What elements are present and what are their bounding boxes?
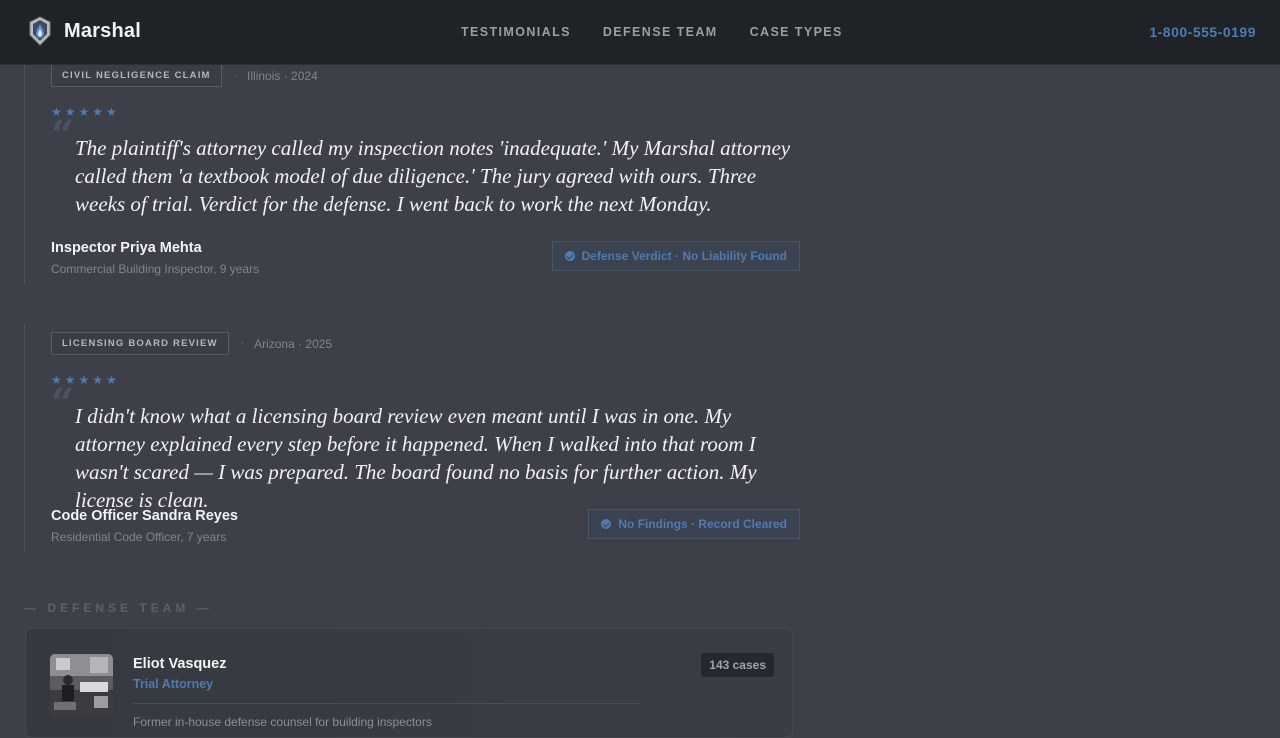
outcome-label: No Findings · Record Cleared bbox=[618, 517, 787, 531]
case-count-badge: 143 cases bbox=[701, 653, 774, 677]
nav-testimonials[interactable]: TESTIMONIALS bbox=[461, 25, 571, 39]
nav-defense-team[interactable]: DEFENSE TEAM bbox=[603, 25, 718, 39]
meta-separator: · bbox=[240, 338, 245, 349]
brand-name: Marshal bbox=[64, 19, 141, 42]
nav-case-types[interactable]: CASE TYPES bbox=[750, 25, 843, 39]
testimonial-author: Code Officer Sandra Reyes Residential Co… bbox=[51, 508, 238, 544]
brand[interactable]: Marshal bbox=[28, 16, 141, 46]
card-divider bbox=[133, 703, 640, 704]
outcome-badge: Defense Verdict · No Liability Found bbox=[551, 241, 800, 271]
section-label-defense-team: — DEFENSE TEAM — bbox=[24, 601, 213, 615]
shield-logo-icon bbox=[29, 16, 51, 46]
office-photo-icon bbox=[50, 654, 113, 717]
testimonial-card: LICENSING BOARD REVIEW · Arizona · 2025 … bbox=[24, 324, 800, 552]
member-role: Trial Attorney bbox=[133, 677, 214, 691]
main-nav: TESTIMONIALS DEFENSE TEAM CASE TYPES bbox=[461, 25, 875, 39]
outcome-badge: No Findings · Record Cleared bbox=[588, 509, 800, 539]
testimonial-quote: I didn't know what a licensing board rev… bbox=[75, 404, 757, 512]
case-location: Illinois · 2024 bbox=[247, 68, 318, 83]
meta-separator: · bbox=[233, 70, 238, 81]
check-circle-icon bbox=[564, 251, 575, 261]
case-type-badge: LICENSING BOARD REVIEW bbox=[51, 332, 229, 355]
outcome-label: Defense Verdict · No Liability Found bbox=[581, 249, 787, 263]
testimonial-meta: CIVIL NEGLIGENCE CLAIM · Illinois · 2024 bbox=[51, 64, 318, 87]
author-name: Inspector Priya Mehta bbox=[51, 240, 202, 256]
testimonial-author: Inspector Priya Mehta Commercial Buildin… bbox=[51, 240, 259, 276]
testimonial-card: CIVIL NEGLIGENCE CLAIM · Illinois · 2024… bbox=[24, 50, 800, 284]
author-name: Code Officer Sandra Reyes bbox=[51, 508, 238, 524]
testimonial-meta: LICENSING BOARD REVIEW · Arizona · 2025 bbox=[51, 332, 332, 355]
member-name: Eliot Vasquez bbox=[133, 656, 227, 672]
author-role: Commercial Building Inspector, 9 years bbox=[51, 262, 260, 276]
quote-mark-icon: “ bbox=[51, 380, 75, 427]
author-role: Residential Code Officer, 7 years bbox=[51, 530, 227, 544]
quote-mark-icon: “ bbox=[51, 112, 75, 159]
member-bio: Former in-house defense counsel for buil… bbox=[133, 715, 432, 729]
attorney-photo bbox=[50, 654, 113, 717]
top-navigation-bar: Marshal TESTIMONIALS DEFENSE TEAM CASE T… bbox=[0, 0, 1280, 65]
check-circle-icon bbox=[601, 519, 612, 529]
team-member-card[interactable]: Eliot Vasquez Trial Attorney 143 cases F… bbox=[25, 628, 793, 738]
testimonial-quote: The plaintiff's attorney called my inspe… bbox=[75, 136, 791, 216]
case-type-badge: CIVIL NEGLIGENCE CLAIM bbox=[51, 64, 222, 87]
case-location: Arizona · 2025 bbox=[254, 336, 333, 351]
phone-link[interactable]: 1-800-555-0199 bbox=[1149, 24, 1256, 40]
